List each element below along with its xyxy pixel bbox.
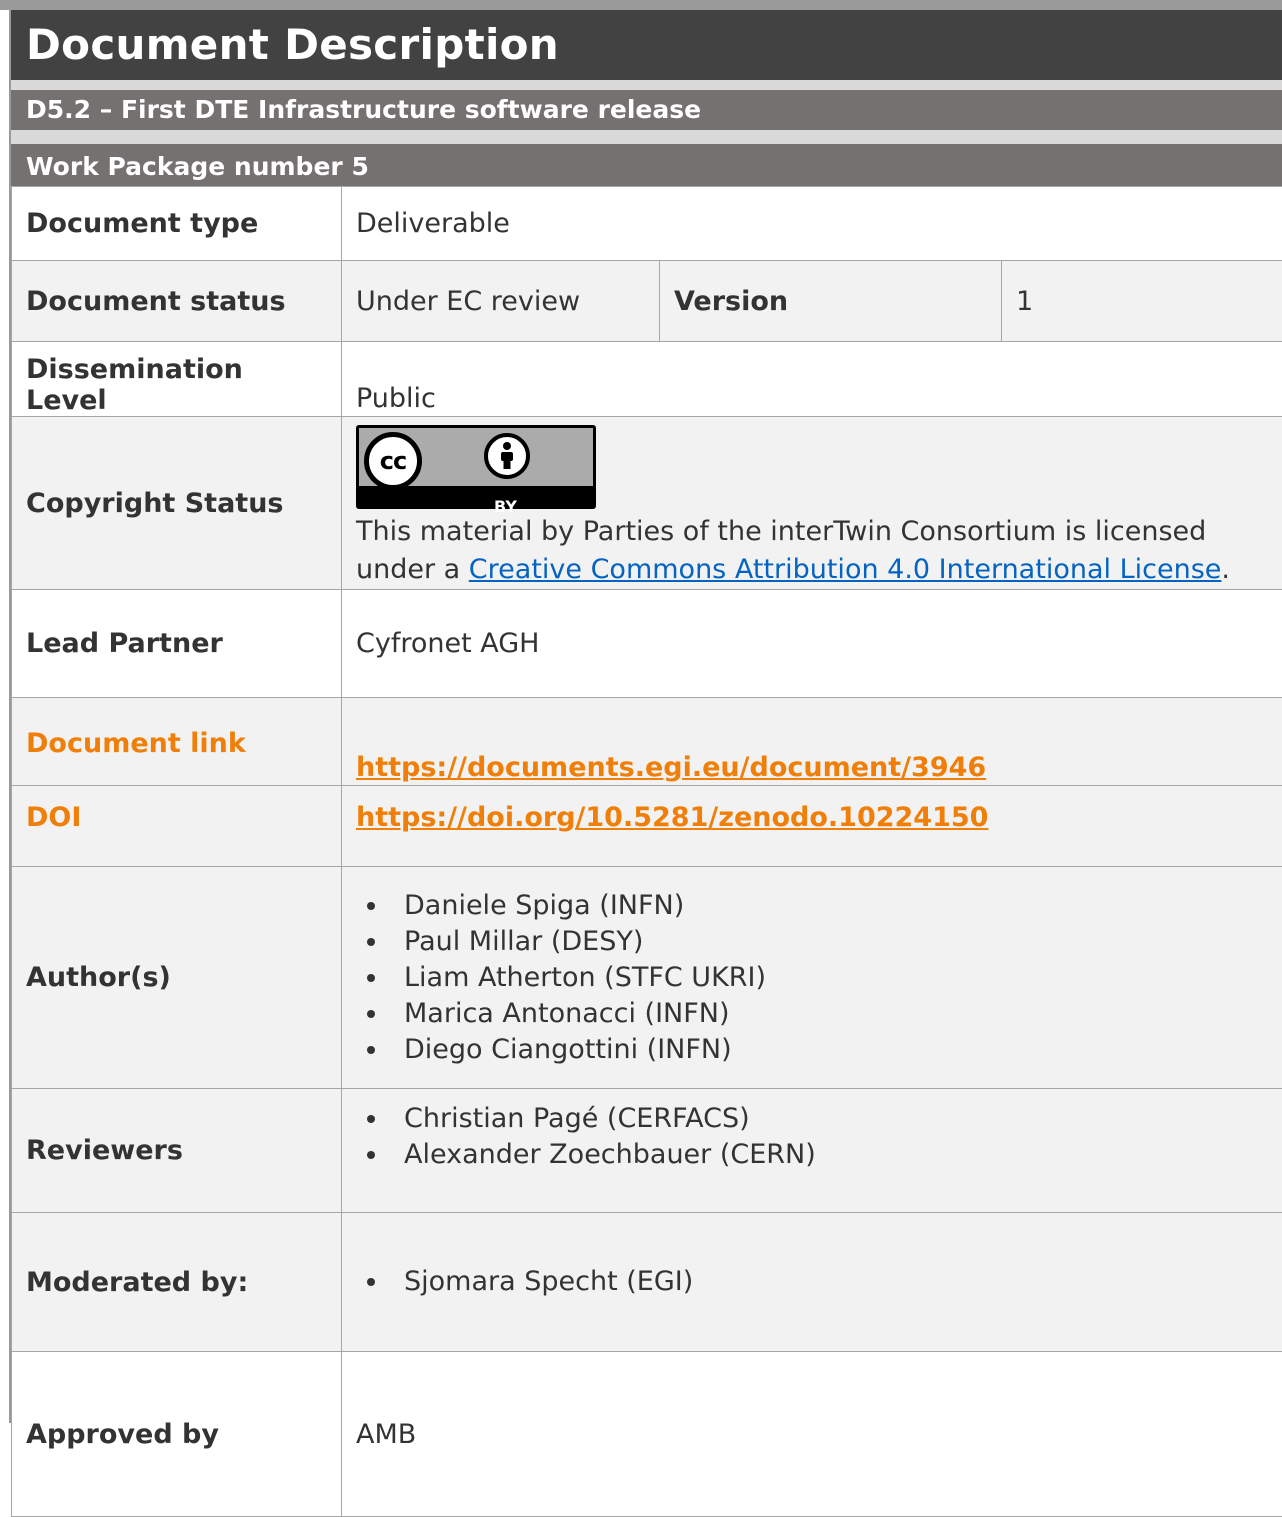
attribution-person-icon (484, 433, 530, 479)
row-document-link: Document link https://documents.egi.eu/d… (12, 698, 1282, 786)
label-doi: DOI (12, 786, 342, 867)
list-item: Daniele Spiga (INFN) (390, 888, 1268, 924)
label-moderated: Moderated by: (12, 1213, 342, 1352)
row-dissemination: Dissemination Level Public (12, 342, 1282, 417)
doi-link[interactable]: https://doi.org/10.5281/zenodo.10224150 (356, 802, 988, 833)
row-copyright: Copyright Status cc BY This material by … (12, 417, 1282, 590)
divider (11, 130, 1282, 144)
label-approved: Approved by (12, 1352, 342, 1517)
label-authors: Author(s) (12, 867, 342, 1089)
row-doi: DOI https://doi.org/10.5281/zenodo.10224… (12, 786, 1282, 867)
reviewers-list: Christian Pagé (CERFACS) Alexander Zoech… (356, 1101, 1268, 1173)
row-moderated: Moderated by: Sjomara Specht (EGI) (12, 1213, 1282, 1352)
value-reviewers: Christian Pagé (CERFACS) Alexander Zoech… (342, 1089, 1282, 1213)
list-item: Christian Pagé (CERFACS) (390, 1101, 1268, 1137)
value-document-type: Deliverable (342, 187, 1282, 261)
license-link[interactable]: Creative Commons Attribution 4.0 Interna… (469, 554, 1222, 585)
list-item: Alexander Zoechbauer (CERN) (390, 1137, 1268, 1173)
row-document-status: Document status Under EC review Version … (12, 261, 1282, 342)
list-item: Diego Ciangottini (INFN) (390, 1032, 1268, 1068)
value-copyright: cc BY This material by Parties of the in… (342, 417, 1282, 590)
row-authors: Author(s) Daniele Spiga (INFN) Paul Mill… (12, 867, 1282, 1089)
list-item: Paul Millar (DESY) (390, 924, 1268, 960)
label-copyright: Copyright Status (12, 417, 342, 590)
row-document-type: Document type Deliverable (12, 187, 1282, 261)
properties-table: Document type Deliverable Document statu… (11, 186, 1282, 1517)
label-reviewers: Reviewers (12, 1089, 342, 1213)
moderators-list: Sjomara Specht (EGI) (356, 1264, 1268, 1300)
list-item: Sjomara Specht (EGI) (390, 1264, 1268, 1300)
value-lead-partner: Cyfronet AGH (342, 590, 1282, 698)
value-dissemination: Public (342, 342, 1282, 417)
label-version: Version (660, 261, 1002, 342)
row-approved: Approved by AMB (12, 1352, 1282, 1517)
list-item: Marica Antonacci (INFN) (390, 996, 1268, 1032)
label-document-type: Document type (12, 187, 342, 261)
label-lead-partner: Lead Partner (12, 590, 342, 698)
value-approved: AMB (342, 1352, 1282, 1517)
label-document-link: Document link (12, 698, 342, 786)
divider (11, 80, 1282, 90)
document-description-page: Document Description D5.2 – First DTE In… (0, 0, 1282, 1423)
license-text-end: . (1221, 554, 1230, 585)
row-reviewers: Reviewers Christian Pagé (CERFACS) Alexa… (12, 1089, 1282, 1213)
authors-list: Daniele Spiga (INFN) Paul Millar (DESY) … (356, 888, 1268, 1068)
document-link[interactable]: https://documents.egi.eu/document/3946 (356, 752, 986, 783)
label-dissemination: Dissemination Level (12, 342, 342, 417)
value-authors: Daniele Spiga (INFN) Paul Millar (DESY) … (342, 867, 1282, 1089)
value-document-status: Under EC review (342, 261, 660, 342)
value-moderated: Sjomara Specht (EGI) (342, 1213, 1282, 1352)
cell-document-link: https://documents.egi.eu/document/3946 (342, 698, 1282, 786)
by-label: BY (494, 488, 517, 526)
cell-doi: https://doi.org/10.5281/zenodo.10224150 (342, 786, 1282, 867)
deliverable-title: D5.2 – First DTE Infrastructure software… (11, 90, 1282, 130)
cc-by-license-badge[interactable]: cc BY (356, 425, 596, 509)
cc-icon: cc (364, 432, 422, 490)
top-border (0, 0, 1282, 10)
list-item: Liam Atherton (STFC UKRI) (390, 960, 1268, 996)
work-package-title: Work Package number 5 (11, 144, 1282, 186)
value-version: 1 (1002, 261, 1282, 342)
page-title: Document Description (11, 10, 1282, 80)
label-document-status: Document status (12, 261, 342, 342)
row-lead-partner: Lead Partner Cyfronet AGH (12, 590, 1282, 698)
